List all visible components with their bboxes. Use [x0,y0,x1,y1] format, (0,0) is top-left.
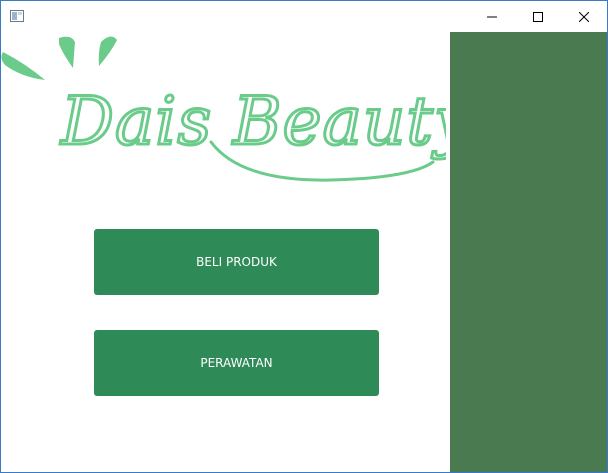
dais-beauty-logo: Dais Beauty [1,36,446,182]
close-icon [579,11,589,22]
beli-produk-label: BELI PRODUK [196,255,277,269]
perawatan-button[interactable]: PERAWATAN [94,330,379,396]
app-icon [10,10,24,22]
maximize-button[interactable] [515,1,561,32]
sparkle-icon [1,36,117,80]
title-bar[interactable] [1,1,607,32]
main-content: Dais Beauty BELI PRODUK PERAWATAN [1,32,607,472]
app-window: Dais Beauty BELI PRODUK PERAWATAN [0,0,608,473]
perawatan-label: PERAWATAN [200,356,273,370]
minimize-button[interactable] [469,1,515,32]
side-panel [450,32,607,472]
beli-produk-button[interactable]: BELI PRODUK [94,229,379,295]
minimize-icon [487,16,497,17]
close-button[interactable] [561,1,607,32]
logo-word-dais: Dais [60,83,212,160]
maximize-icon [533,11,543,22]
logo-word-beauty: Beauty [232,83,446,160]
